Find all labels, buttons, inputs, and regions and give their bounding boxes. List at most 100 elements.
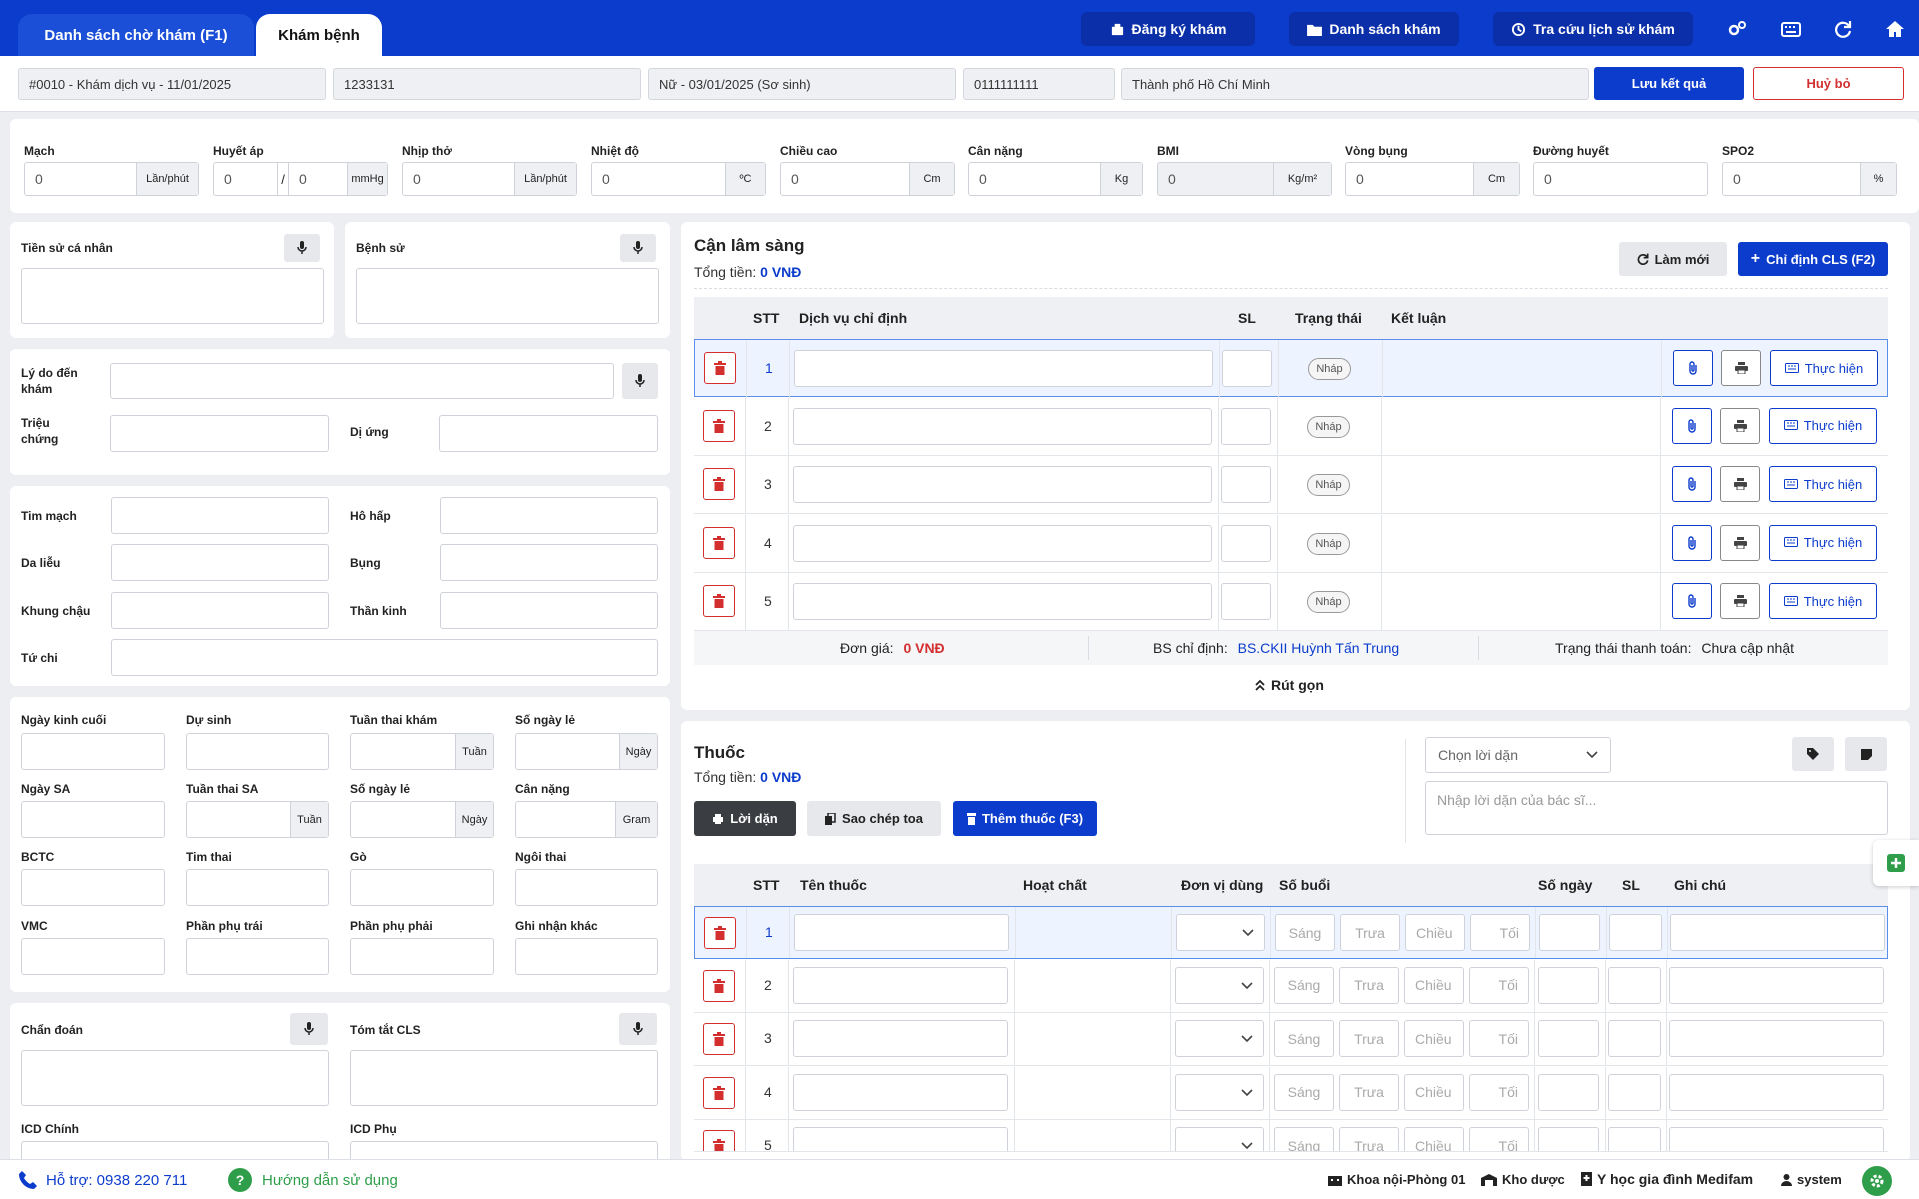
session-evening-input[interactable]: Tối (1469, 966, 1529, 1004)
spo2-input[interactable]: 0% (1722, 162, 1897, 196)
session-evening-input[interactable]: Tối (1469, 1127, 1529, 1151)
session-afternoon-input[interactable]: Chiều (1404, 1127, 1464, 1151)
printer-icon[interactable] (1720, 524, 1760, 561)
days-input[interactable] (1538, 1073, 1599, 1111)
reason-input[interactable] (110, 363, 614, 399)
order-cls-button[interactable]: + Chỉ định CLS (F2) (1738, 242, 1888, 276)
tab-examination[interactable]: Khám bệnh (256, 14, 382, 56)
right-adnexa-input[interactable] (350, 938, 494, 975)
drug-name-input[interactable] (793, 1127, 1008, 1151)
trash-icon[interactable] (703, 1076, 735, 1109)
unit-select[interactable] (1175, 1127, 1264, 1151)
perform-button[interactable]: Thực hiện (1769, 407, 1877, 444)
session-afternoon-input[interactable]: Chiều (1404, 1020, 1464, 1057)
note-icon[interactable] (1845, 737, 1887, 771)
odd-days-2-input[interactable]: Ngày (350, 801, 494, 838)
gear-icon[interactable] (1862, 1166, 1892, 1196)
printer-icon[interactable] (1720, 466, 1760, 502)
trash-icon[interactable] (704, 917, 736, 949)
unit-select[interactable] (1175, 1020, 1264, 1057)
quantity-input[interactable] (1609, 914, 1662, 951)
keyboard-icon[interactable] (1780, 18, 1802, 40)
fetal-weight-input[interactable]: Gram (515, 801, 658, 838)
abdomen-input[interactable] (440, 544, 658, 581)
exam-list-button[interactable]: Danh sách khám (1289, 12, 1459, 46)
quantity-input[interactable] (1608, 966, 1661, 1004)
pharmacy-info[interactable]: Kho dược (1481, 1172, 1565, 1187)
medical-history-input[interactable] (356, 268, 659, 324)
session-afternoon-input[interactable]: Chiều (1404, 966, 1464, 1004)
lmp-input[interactable] (21, 733, 165, 770)
microphone-icon[interactable] (620, 234, 656, 262)
paperclip-icon[interactable] (1672, 407, 1712, 444)
days-input[interactable] (1539, 914, 1600, 951)
note-input[interactable] (1669, 1073, 1884, 1111)
other-notes-input[interactable] (515, 938, 658, 975)
history-lookup-button[interactable]: Tra cứu lịch sử khám (1493, 12, 1693, 46)
session-noon-input[interactable]: Trưa (1339, 1127, 1399, 1151)
service-input[interactable] (793, 466, 1212, 503)
bctc-input[interactable] (21, 869, 165, 906)
quantity-input[interactable] (1608, 1020, 1661, 1057)
days-input[interactable] (1538, 1127, 1599, 1151)
perform-button[interactable]: Thực hiện (1769, 524, 1877, 561)
left-adnexa-input[interactable] (186, 938, 329, 975)
presentation-input[interactable] (515, 869, 658, 906)
temperature-input[interactable]: 0 ºC (591, 162, 766, 196)
trash-icon[interactable] (704, 352, 736, 384)
unit-select[interactable] (1175, 966, 1264, 1004)
perform-button[interactable]: Thực hiện (1770, 350, 1878, 386)
add-record-icon[interactable] (1873, 840, 1919, 886)
limbs-input[interactable] (111, 639, 658, 676)
odd-days-input[interactable]: Ngày (515, 733, 658, 770)
microphone-icon[interactable] (290, 1013, 328, 1045)
advice-select[interactable]: Chọn lời dặn (1425, 737, 1611, 773)
session-morning-input[interactable]: Sáng (1275, 914, 1335, 951)
edd-input[interactable] (186, 733, 329, 770)
derm-input[interactable] (111, 544, 329, 581)
trash-icon[interactable] (703, 1130, 735, 1151)
weight-input[interactable]: 0 Kg (968, 162, 1143, 196)
session-evening-input[interactable]: Tối (1469, 1020, 1529, 1057)
quantity-input[interactable] (1221, 466, 1271, 503)
personal-history-input[interactable] (21, 268, 324, 324)
refresh-cls-button[interactable]: Làm mới (1619, 242, 1727, 276)
session-evening-input[interactable]: Tối (1470, 914, 1530, 951)
waist-input[interactable]: 0 Cm (1345, 162, 1520, 196)
note-input[interactable] (1669, 966, 1884, 1004)
ga-us-input[interactable]: Tuần (186, 801, 329, 838)
perform-button[interactable]: Thực hiện (1769, 466, 1877, 502)
note-input[interactable] (1670, 914, 1885, 951)
quantity-input[interactable] (1608, 1073, 1661, 1111)
drug-name-input[interactable] (793, 1020, 1008, 1057)
drug-name-input[interactable] (793, 1073, 1008, 1111)
pelvis-input[interactable] (111, 592, 329, 629)
cls-summary-input[interactable] (350, 1050, 658, 1106)
blood-pressure-input[interactable]: 0 / 0 mmHg (213, 162, 388, 196)
session-morning-input[interactable]: Sáng (1274, 966, 1334, 1004)
microphone-icon[interactable] (622, 363, 658, 399)
drug-name-input[interactable] (793, 966, 1008, 1004)
go-input[interactable] (350, 869, 494, 906)
respiration-input[interactable]: 0 Lần/phút (402, 162, 577, 196)
unit-select[interactable] (1175, 1073, 1264, 1111)
save-result-button[interactable]: Lưu kết quả (1594, 67, 1744, 100)
drug-name-input[interactable] (794, 914, 1009, 951)
session-evening-input[interactable]: Tối (1469, 1073, 1529, 1111)
user-guide-link[interactable]: ? Hướng dẫn sử dụng (228, 1168, 398, 1192)
printer-icon[interactable] (1720, 583, 1760, 619)
cardio-input[interactable] (111, 497, 329, 534)
printer-icon[interactable] (1721, 350, 1761, 386)
register-exam-button[interactable]: Đăng ký khám (1081, 12, 1255, 46)
note-input[interactable] (1669, 1020, 1884, 1057)
us-date-input[interactable] (21, 801, 165, 838)
height-input[interactable]: 0 Cm (780, 162, 955, 196)
settings-icon[interactable] (1726, 18, 1748, 40)
quantity-input[interactable] (1221, 407, 1271, 445)
paperclip-icon[interactable] (1673, 350, 1713, 386)
quantity-input[interactable] (1221, 524, 1271, 562)
trash-icon[interactable] (703, 585, 735, 617)
session-noon-input[interactable]: Trưa (1339, 966, 1399, 1004)
service-input[interactable] (793, 407, 1212, 445)
tab-waiting-list[interactable]: Danh sách chờ khám (F1) (18, 14, 254, 56)
